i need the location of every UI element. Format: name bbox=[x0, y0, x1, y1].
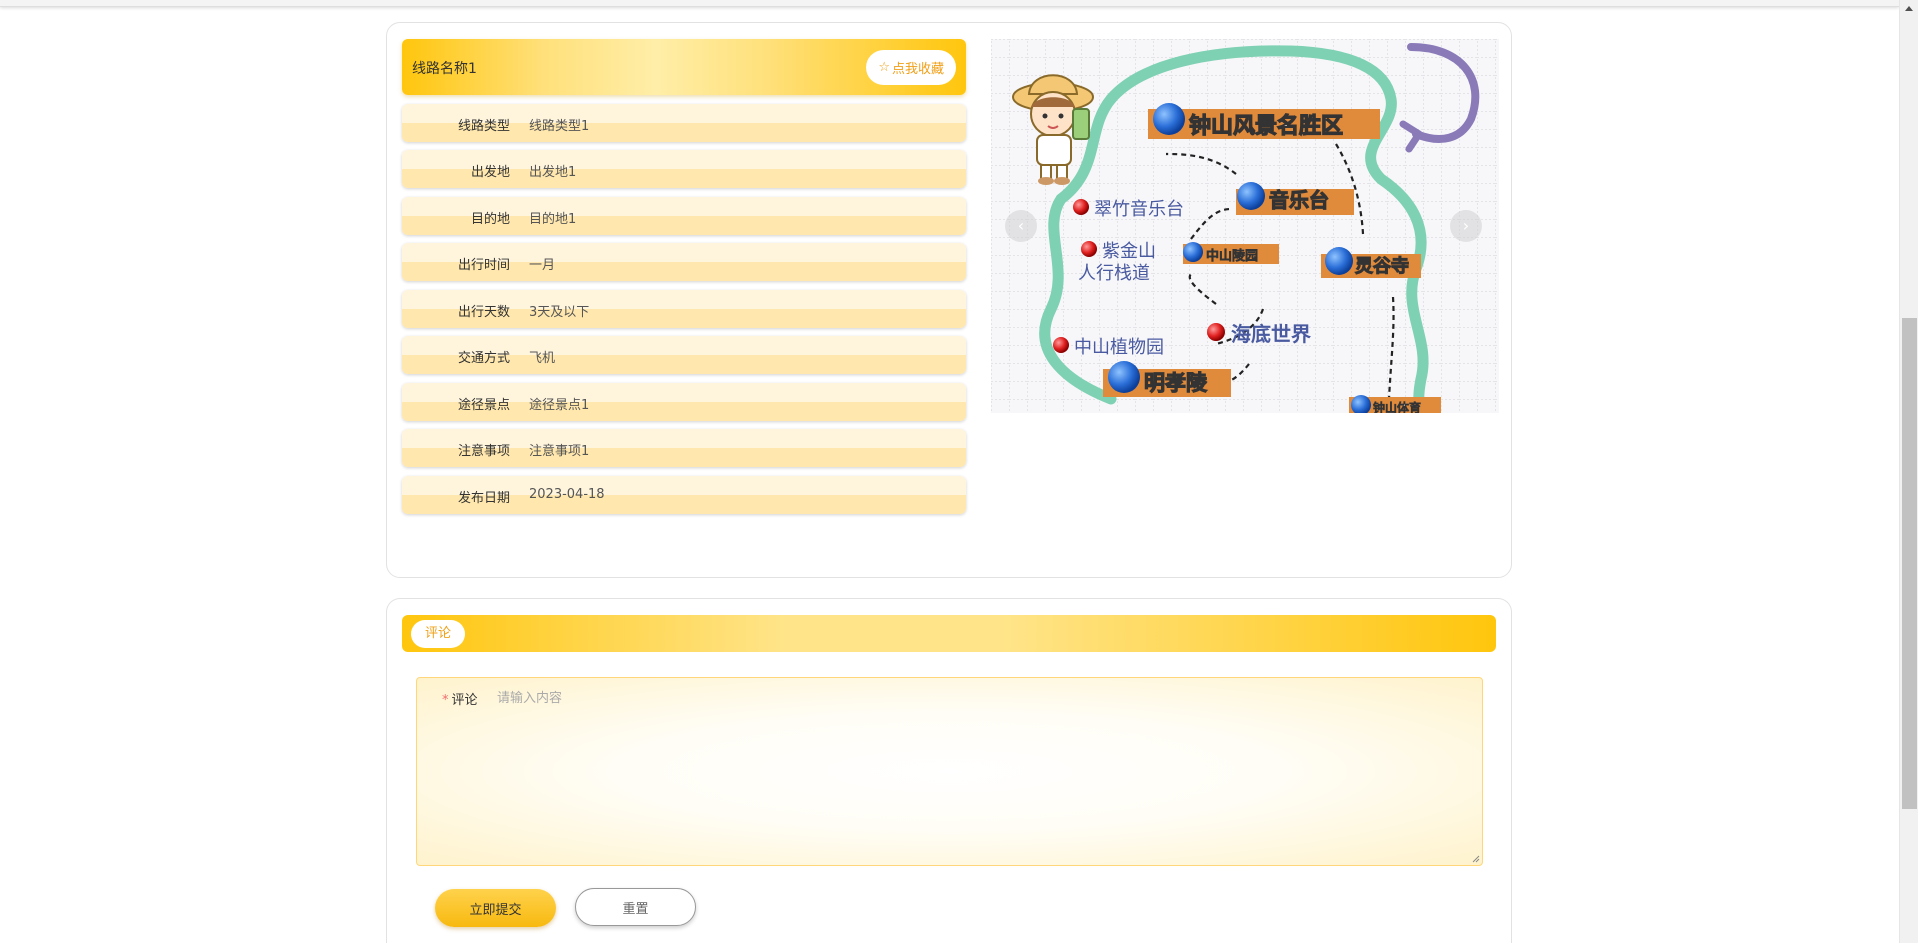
info-row-attractions: 途径景点 途径景点1 bbox=[402, 383, 966, 421]
map-label-zhandao: 人行栈道 bbox=[1078, 263, 1150, 284]
info-row-travel-days: 出行天数 3天及以下 bbox=[402, 290, 966, 328]
info-label: 途径景点 bbox=[457, 398, 510, 413]
route-detail-card: 线路名称1 ☆ 点我收藏 线路类型 线路类型1 出发地 出发地1 目的地 目的地… bbox=[386, 22, 1512, 578]
favorite-button[interactable]: ☆ 点我收藏 bbox=[866, 50, 956, 85]
map-label-mingxiaoling: 明孝陵 bbox=[1144, 371, 1208, 395]
info-value: 飞机 bbox=[529, 351, 556, 366]
info-row-publish-date: 发布日期 2023-04-18 bbox=[402, 476, 966, 514]
comment-field-label-text: 评论 bbox=[451, 693, 478, 708]
info-label: 目的地 bbox=[470, 212, 510, 227]
page-scrollbar[interactable] bbox=[1899, 0, 1918, 943]
info-label: 出行天数 bbox=[457, 305, 510, 320]
comment-header-bar: 评论 bbox=[402, 615, 1496, 652]
reset-button[interactable]: 重置 bbox=[575, 888, 696, 926]
info-value: 2023-04-18 bbox=[529, 487, 605, 502]
scroll-up-icon[interactable] bbox=[1905, 6, 1913, 11]
info-row-departure: 出发地 出发地1 bbox=[402, 150, 966, 188]
info-value: 注意事项1 bbox=[529, 444, 590, 459]
map-label-zhiwuyuan: 中山植物园 bbox=[1074, 337, 1164, 358]
info-value: 线路类型1 bbox=[529, 119, 590, 134]
map-label-yinyuetai: 音乐台 bbox=[1269, 188, 1329, 212]
info-value: 出发地1 bbox=[529, 165, 577, 180]
chevron-left-icon: ‹ bbox=[1017, 216, 1025, 235]
map-label-linggu: 灵谷寺 bbox=[1355, 256, 1409, 277]
tab-comment[interactable]: 评论 bbox=[411, 620, 466, 648]
map-label-haidi: 海底世界 bbox=[1231, 322, 1311, 346]
carousel-next-button[interactable]: › bbox=[1450, 210, 1482, 242]
info-row-destination: 目的地 目的地1 bbox=[402, 197, 966, 235]
info-row-travel-time: 出行时间 一月 bbox=[402, 243, 966, 281]
comment-field-label: * 评论 bbox=[442, 689, 478, 708]
map-label-zhongshan: 钟山风景名胜区 bbox=[1189, 113, 1343, 139]
info-label: 交通方式 bbox=[457, 351, 510, 366]
resize-grip-icon[interactable] bbox=[1472, 855, 1480, 863]
route-image-carousel[interactable]: 钟山风景名胜区 音乐台 翠竹音乐台 紫金山 人行栈道 中山陵园 灵谷寺 中山植物… bbox=[991, 39, 1499, 413]
carousel-prev-button[interactable]: ‹ bbox=[1005, 210, 1037, 242]
info-value: 途径景点1 bbox=[529, 398, 590, 413]
browser-top-edge bbox=[0, 0, 1899, 7]
info-value: 3天及以下 bbox=[529, 305, 590, 320]
map-label-zhongshanling: 中山陵园 bbox=[1206, 248, 1258, 264]
route-map-image: 钟山风景名胜区 音乐台 翠竹音乐台 紫金山 人行栈道 中山陵园 灵谷寺 中山植物… bbox=[991, 39, 1499, 413]
info-label: 发布日期 bbox=[457, 491, 510, 506]
map-label-cuizhu: 翠竹音乐台 bbox=[1094, 199, 1184, 220]
scrollbar-thumb[interactable] bbox=[1902, 318, 1917, 809]
map-label-tiyu: 钟山体育 bbox=[1373, 400, 1421, 413]
submit-button[interactable]: 立即提交 bbox=[435, 889, 556, 927]
info-label: 出发地 bbox=[470, 165, 510, 180]
info-value: 目的地1 bbox=[529, 212, 577, 227]
star-outline-icon: ☆ bbox=[878, 60, 890, 75]
info-row-route-type: 线路类型 线路类型1 bbox=[402, 104, 966, 142]
chevron-right-icon: › bbox=[1462, 216, 1470, 235]
info-label: 注意事项 bbox=[457, 444, 510, 459]
comment-card: 评论 *评论 立即提交 重置 bbox=[386, 598, 1512, 943]
info-label: 线路类型 bbox=[457, 119, 510, 134]
route-title: 线路名称1 bbox=[412, 61, 477, 77]
map-label-zijinshan: 紫金山 bbox=[1102, 241, 1156, 262]
info-label: 出行时间 bbox=[457, 258, 510, 273]
route-title-bar: 线路名称1 ☆ 点我收藏 bbox=[402, 39, 966, 95]
comment-textarea[interactable] bbox=[497, 687, 1472, 857]
info-row-transport: 交通方式 飞机 bbox=[402, 336, 966, 374]
required-asterisk: * bbox=[442, 693, 449, 708]
info-row-notes: 注意事项 注意事项1 bbox=[402, 429, 966, 467]
comment-form-field: * 评论 bbox=[416, 677, 1483, 866]
favorite-button-label: 点我收藏 bbox=[891, 62, 944, 77]
info-value: 一月 bbox=[529, 258, 556, 273]
